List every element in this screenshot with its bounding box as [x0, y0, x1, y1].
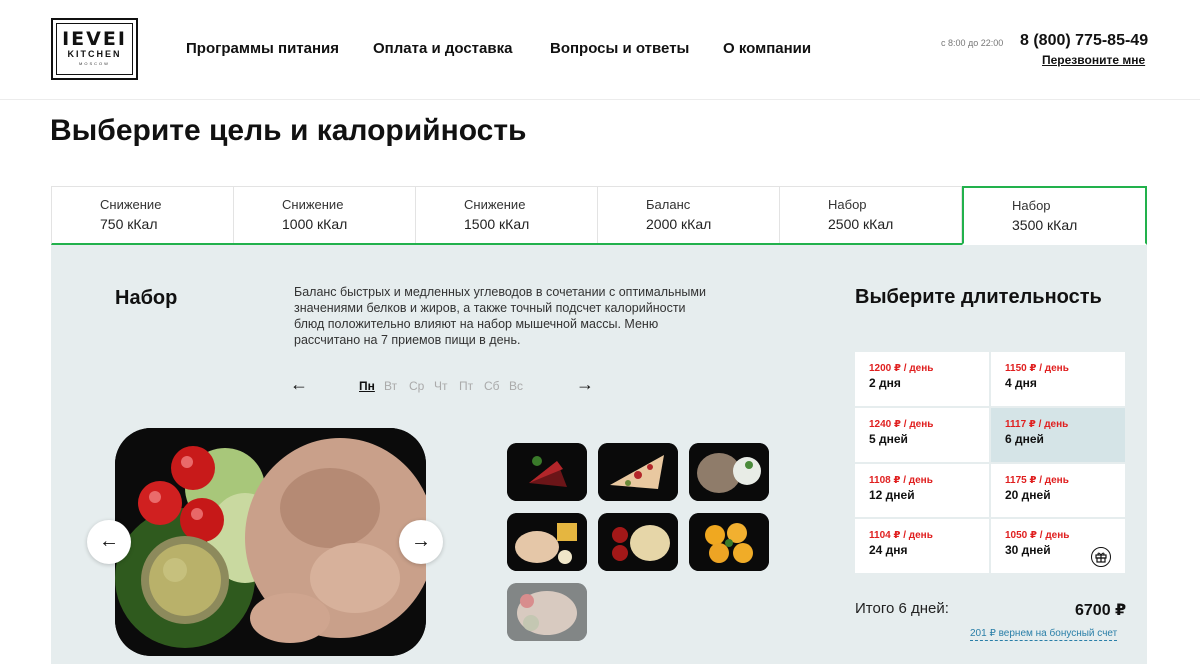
duration-days: 20 дней — [1005, 487, 1051, 502]
duration-days: 12 дней — [869, 487, 915, 502]
program-description: Баланс быстрых и медленных углеводов в с… — [294, 285, 706, 347]
tab-goal: Набор — [1012, 198, 1051, 213]
thumb-dessert[interactable] — [507, 443, 587, 501]
tab-loss-1000[interactable]: Снижение 1000 кКал — [234, 187, 416, 243]
thumb-pizza[interactable] — [598, 443, 678, 501]
tab-loss-1500[interactable]: Снижение 1500 кКал — [416, 187, 598, 243]
duration-option-24[interactable]: 1104 ₽ / день 24 дня — [855, 519, 989, 573]
logo-main-text: IEVEI — [62, 28, 127, 50]
nav-faq[interactable]: Вопросы и ответы — [550, 40, 689, 57]
duration-price: 1108 ₽ / день — [869, 474, 933, 486]
callback-link[interactable]: Перезвоните мне — [1042, 53, 1145, 67]
site-header: IEVEI KITCHEN MOSCOW Программы питания О… — [0, 0, 1200, 100]
day-sat[interactable]: Сб — [484, 379, 500, 393]
day-thu[interactable]: Чт — [434, 379, 448, 393]
nav-programs[interactable]: Программы питания — [186, 40, 339, 57]
program-name: Набор — [115, 287, 178, 309]
day-mon[interactable]: Пн — [359, 379, 375, 393]
day-prev-arrow-icon[interactable]: ← — [290, 374, 308, 395]
duration-option-30[interactable]: 1050 ₽ / день 30 дней — [991, 519, 1125, 573]
duration-price: 1050 ₽ / день — [1005, 530, 1070, 542]
tab-balance-2000[interactable]: Баланс 2000 кКал — [598, 187, 780, 243]
day-wed[interactable]: Ср — [409, 379, 424, 393]
goal-tabs: Снижение 750 кКал Снижение 1000 кКал Сни… — [51, 186, 1147, 245]
tab-gain-2500[interactable]: Набор 2500 кКал — [780, 187, 962, 243]
bonus-info-link[interactable]: 201 ₽ вернем на бонусный счет — [970, 628, 1118, 641]
tab-kcal: 2000 кКал — [646, 216, 712, 232]
duration-days: 4 дня — [1005, 376, 1037, 390]
duration-price: 1150 ₽ / день — [1005, 363, 1069, 374]
duration-option-6[interactable]: 1117 ₽ / день 6 дней — [991, 407, 1125, 462]
duration-price: 1104 ₽ / день — [869, 530, 933, 542]
duration-option-12[interactable]: 1108 ₽ / день 12 дней — [855, 463, 989, 518]
day-tue[interactable]: Вт — [384, 379, 397, 393]
phone-number[interactable]: 8 (800) 775-85-49 — [1020, 32, 1148, 50]
logo[interactable]: IEVEI KITCHEN MOSCOW — [51, 18, 138, 80]
tab-kcal: 3500 кКал — [1012, 217, 1078, 233]
tab-goal: Снижение — [464, 197, 526, 212]
nav-payment-delivery[interactable]: Оплата и доставка — [373, 40, 512, 57]
duration-option-5[interactable]: 1240 ₽ / день 5 дней — [855, 407, 989, 462]
thumb-salad[interactable] — [507, 583, 587, 641]
tab-goal: Набор — [828, 197, 867, 212]
thumb-rice[interactable] — [689, 443, 769, 501]
duration-title: Выберите длительность — [855, 286, 1102, 308]
duration-days: 6 дней — [1005, 431, 1044, 446]
tab-kcal: 1000 кКал — [282, 216, 348, 232]
day-next-arrow-icon[interactable]: → — [576, 374, 594, 395]
tab-goal: Баланс — [646, 197, 691, 212]
total-label: Итого 6 дней: — [855, 600, 949, 617]
total-price: 6700 ₽ — [1075, 602, 1127, 619]
tab-loss-750[interactable]: Снижение 750 кКал — [52, 187, 234, 243]
logo-city-text: MOSCOW — [79, 61, 110, 66]
duration-price: 1240 ₽ / день — [869, 418, 934, 430]
tab-kcal: 2500 кКал — [828, 216, 894, 232]
tab-kcal: 1500 кКал — [464, 216, 530, 232]
tab-kcal: 750 кКал — [100, 216, 158, 232]
logo-sub-text: KITCHEN — [67, 49, 122, 59]
tab-goal: Снижение — [282, 197, 344, 212]
duration-option-4[interactable]: 1150 ₽ / день 4 дня — [991, 352, 1125, 406]
thumb-pasta[interactable] — [598, 513, 678, 571]
duration-grid: 1200 ₽ / день 2 дня 1150 ₽ / день 4 дня … — [855, 352, 1125, 573]
duration-option-2[interactable]: 1200 ₽ / день 2 дня — [855, 352, 989, 406]
meal-photo — [115, 428, 426, 656]
photo-prev-button[interactable]: ← — [87, 520, 131, 564]
duration-days: 5 дней — [869, 431, 908, 446]
duration-price: 1175 ₽ / день — [1005, 474, 1069, 486]
page-title: Выберите цель и калорийность — [50, 114, 527, 147]
duration-price: 1117 ₽ / день — [1005, 418, 1069, 430]
nav-about[interactable]: О компании — [723, 40, 811, 57]
duration-days: 2 дня — [869, 376, 901, 390]
gift-icon — [1091, 547, 1111, 567]
thumb-pancakes[interactable] — [689, 513, 769, 571]
meal-illustration — [115, 428, 426, 656]
tab-gain-3500[interactable]: Набор 3500 кКал — [962, 186, 1147, 245]
photo-next-button[interactable]: → — [399, 520, 443, 564]
duration-option-20[interactable]: 1175 ₽ / день 20 дней — [991, 463, 1125, 518]
tab-goal: Снижение — [100, 197, 162, 212]
working-hours: с 8:00 до 22:00 — [941, 38, 1004, 48]
day-fri[interactable]: Пт — [459, 379, 473, 393]
duration-days: 24 дня — [869, 543, 908, 558]
duration-price: 1200 ₽ / день — [869, 363, 934, 374]
thumb-rolls[interactable] — [507, 513, 587, 571]
day-sun[interactable]: Вс — [509, 379, 523, 393]
